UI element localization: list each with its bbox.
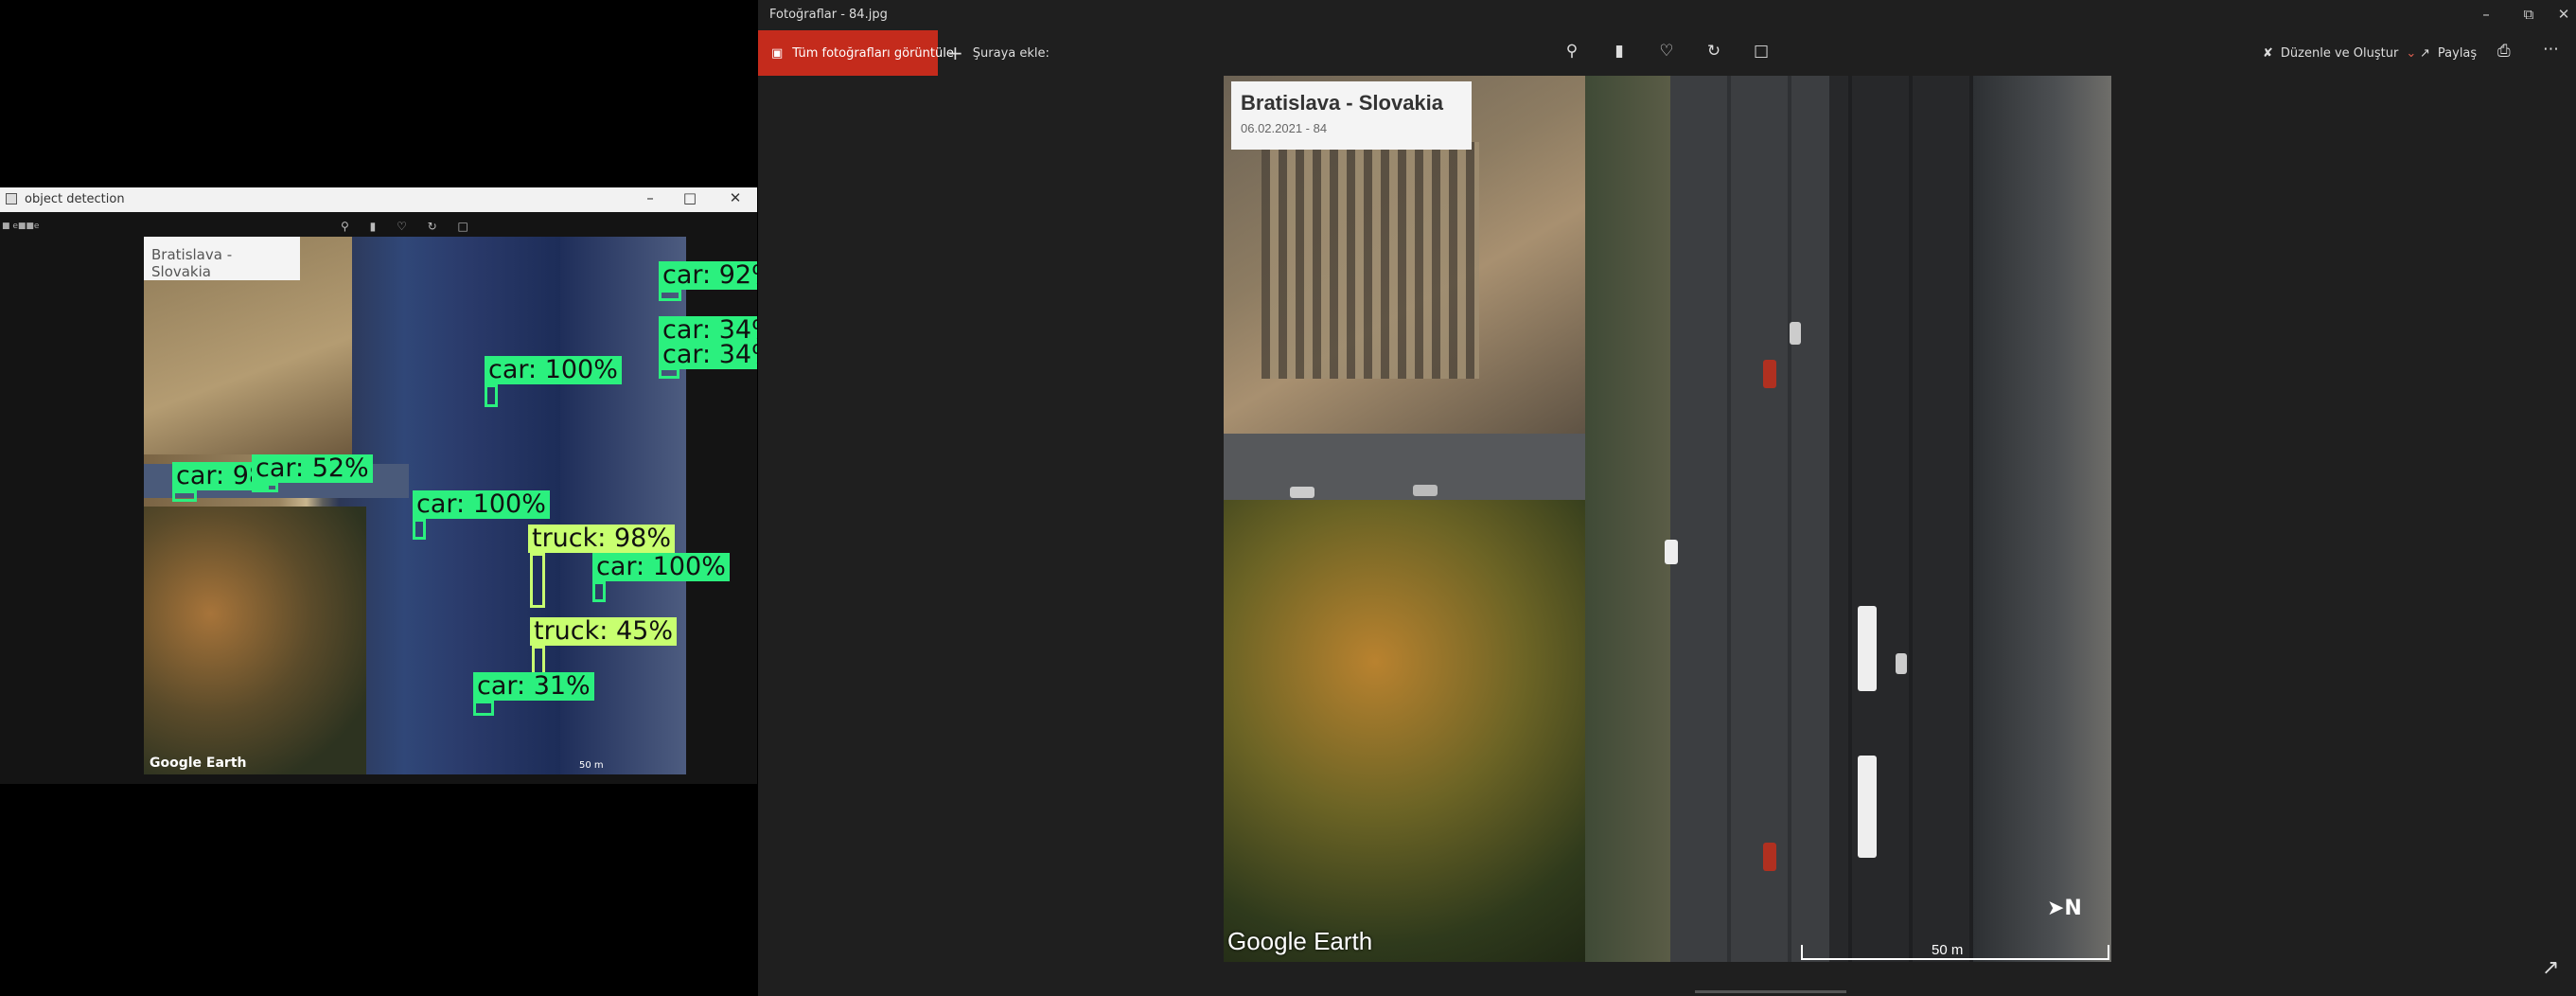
rotate-icon: ↻ (427, 220, 437, 233)
detection-box (592, 581, 606, 602)
edit-icon: ✘ (2263, 45, 2273, 61)
share-icon: ↗ (2420, 45, 2430, 61)
edit-and-create-button[interactable]: ✘ Düzenle ve Oluştur ⌄ (2263, 30, 2416, 76)
od-window-title: object detection (25, 192, 125, 206)
detection-box (659, 290, 681, 301)
zoom-in-icon: ⚲ (341, 220, 349, 233)
od-content: ■ e■■e ⚲ ▮ ♡ ↻ □ Bratislava - Slovakia G… (0, 212, 757, 784)
add-to-label: Şuraya ekle: (972, 45, 1050, 61)
detection-label: car: 100% (592, 553, 730, 581)
parking-area (1973, 76, 2111, 962)
od-titlebar[interactable]: object detection – □ ✕ (0, 187, 757, 212)
share-label: Paylaş (2437, 45, 2478, 61)
detection-box (530, 553, 545, 608)
captured-toolbar: ⚲ ▮ ♡ ↻ □ (341, 220, 485, 233)
edit-label: Düzenle ve Oluştur (2280, 45, 2399, 61)
detection-label: car: 100% (413, 490, 550, 519)
detection-label: car: 92% (659, 261, 757, 290)
restore-icon[interactable]: ⧉ (2510, 6, 2548, 23)
print-icon[interactable]: ⎙ (2497, 42, 2511, 61)
detection-label: car: 34% (659, 341, 757, 369)
location-label: Bratislava - Slovakia (144, 237, 300, 280)
building-shadow (1829, 76, 1973, 962)
trees (144, 507, 366, 774)
detection-box (659, 367, 679, 379)
photos-toolbar: ▣ Tüm fotoğrafları görüntüle + Şuraya ek… (758, 30, 2576, 76)
car (1413, 485, 1438, 496)
plus-icon: + (947, 42, 963, 64)
add-to-button[interactable]: + Şuraya ekle: (947, 30, 1050, 76)
detection-label: car: 52% (252, 454, 373, 483)
photo-icon: ▣ (771, 45, 784, 61)
close-icon[interactable]: ✕ (2552, 6, 2575, 23)
truck (1858, 606, 1877, 691)
scale-label: 50 m (579, 760, 604, 771)
photos-window-title: Fotoğraflar - 84.jpg (769, 8, 888, 22)
car (1896, 653, 1907, 674)
trees (1224, 500, 1602, 962)
car (1763, 843, 1776, 871)
compass-icon: ➤N (2047, 897, 2082, 920)
capture-text: ■ e■■e (2, 222, 40, 231)
photo-view[interactable]: Bratislava - Slovakia 06.02.2021 - 84 Go… (1224, 76, 2111, 962)
filmstrip-handle[interactable] (1695, 990, 1846, 993)
google-earth-logo: Google Earth (1227, 927, 1373, 955)
crop-icon: □ (457, 220, 468, 233)
detection-label: truck: 98% (528, 525, 675, 553)
object-detection-window: object detection – □ ✕ ■ e■■e ⚲ ▮ ♡ ↻ □ … (0, 187, 757, 784)
trash-icon: ▮ (369, 220, 377, 233)
truck (1858, 756, 1877, 858)
view-all-photos-label: Tüm fotoğrafları görüntüle (792, 45, 954, 61)
location-label: Bratislava - Slovakia 06.02.2021 - 84 (1231, 81, 1472, 150)
photo-date: 06.02.2021 - 84 (1241, 121, 1328, 135)
view-all-photos-button[interactable]: ▣ Tüm fotoğrafları görüntüle (758, 30, 954, 76)
car (1665, 540, 1678, 564)
detection-box (413, 519, 426, 540)
car (1290, 487, 1314, 498)
expand-icon[interactable]: ↗ (2542, 956, 2559, 980)
location-city: Bratislava - Slovakia (1241, 91, 1444, 115)
detection-label: car: 100% (485, 356, 622, 384)
heart-icon: ♡ (397, 220, 407, 233)
app-icon (6, 193, 17, 205)
rotate-icon[interactable]: ↻ (1700, 42, 1728, 61)
chevron-down-icon: ⌄ (2406, 45, 2417, 61)
close-icon[interactable]: ✕ (723, 189, 748, 206)
share-button[interactable]: ↗ Paylaş (2420, 30, 2477, 76)
minimize-icon[interactable]: – (2467, 6, 2505, 23)
detection-label: truck: 45% (530, 617, 677, 646)
car (1790, 322, 1801, 345)
detection-box (473, 701, 494, 716)
median-grass (1585, 76, 1670, 962)
scale-label: 50 m (1932, 942, 1964, 958)
trash-icon[interactable]: ▮ (1605, 42, 1633, 61)
detection-box (485, 384, 498, 407)
photos-app-window: Fotoğraflar - 84.jpg – ⧉ ✕ ▣ Tüm fotoğra… (758, 0, 2576, 996)
google-earth-logo: Google Earth (150, 756, 247, 771)
heart-icon[interactable]: ♡ (1652, 42, 1681, 61)
detection-box (172, 490, 197, 502)
photos-titlebar[interactable]: Fotoğraflar - 84.jpg – ⧉ ✕ (758, 0, 2576, 30)
maximize-icon[interactable]: □ (678, 189, 702, 206)
building-frame (1262, 142, 1479, 379)
detection-label: car: 31% (473, 672, 594, 701)
car (1763, 360, 1776, 388)
crop-icon[interactable]: □ (1747, 42, 1775, 61)
detection-box (252, 483, 278, 492)
more-icon[interactable]: ⋯ (2543, 40, 2560, 59)
minimize-icon[interactable]: – (638, 189, 662, 206)
zoom-in-icon[interactable]: ⚲ (1558, 42, 1586, 61)
